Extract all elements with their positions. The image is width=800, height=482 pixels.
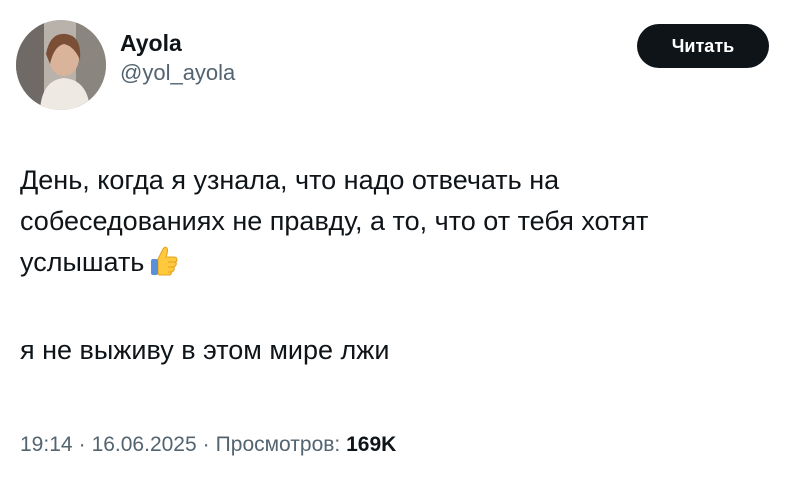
tweet-card: Ayola @yol_ayola Читать День, когда я уз… (0, 0, 800, 482)
views-label: Просмотров: (215, 433, 341, 456)
user-handle[interactable]: @yol_ayola (120, 58, 235, 88)
tweet-date[interactable]: 16.06.2025 (92, 433, 197, 456)
separator: · (202, 433, 210, 456)
avatar[interactable] (16, 20, 106, 110)
tweet-text-part-1: День, когда я узнала, что надо отвечать … (20, 165, 649, 277)
tweet-meta: 19:14 · 16.06.2025 · Просмотров: 169K (20, 430, 396, 460)
avatar-image (16, 20, 106, 110)
tweet-text: День, когда я узнала, что надо отвечать … (20, 160, 740, 371)
follow-button[interactable]: Читать (637, 24, 769, 68)
tweet-time[interactable]: 19:14 (20, 433, 73, 456)
separator: · (78, 433, 86, 456)
display-name[interactable]: Ayola (120, 28, 235, 58)
tweet-paragraph-2: я не выживу в этом мире лжи (20, 335, 390, 365)
tweet-paragraph-1: День, когда я узнала, что надо отвечать … (20, 160, 740, 289)
author-info: Ayola @yol_ayola (120, 28, 235, 88)
views-count: 169K (346, 433, 397, 456)
thumbs-up-icon (148, 245, 180, 289)
